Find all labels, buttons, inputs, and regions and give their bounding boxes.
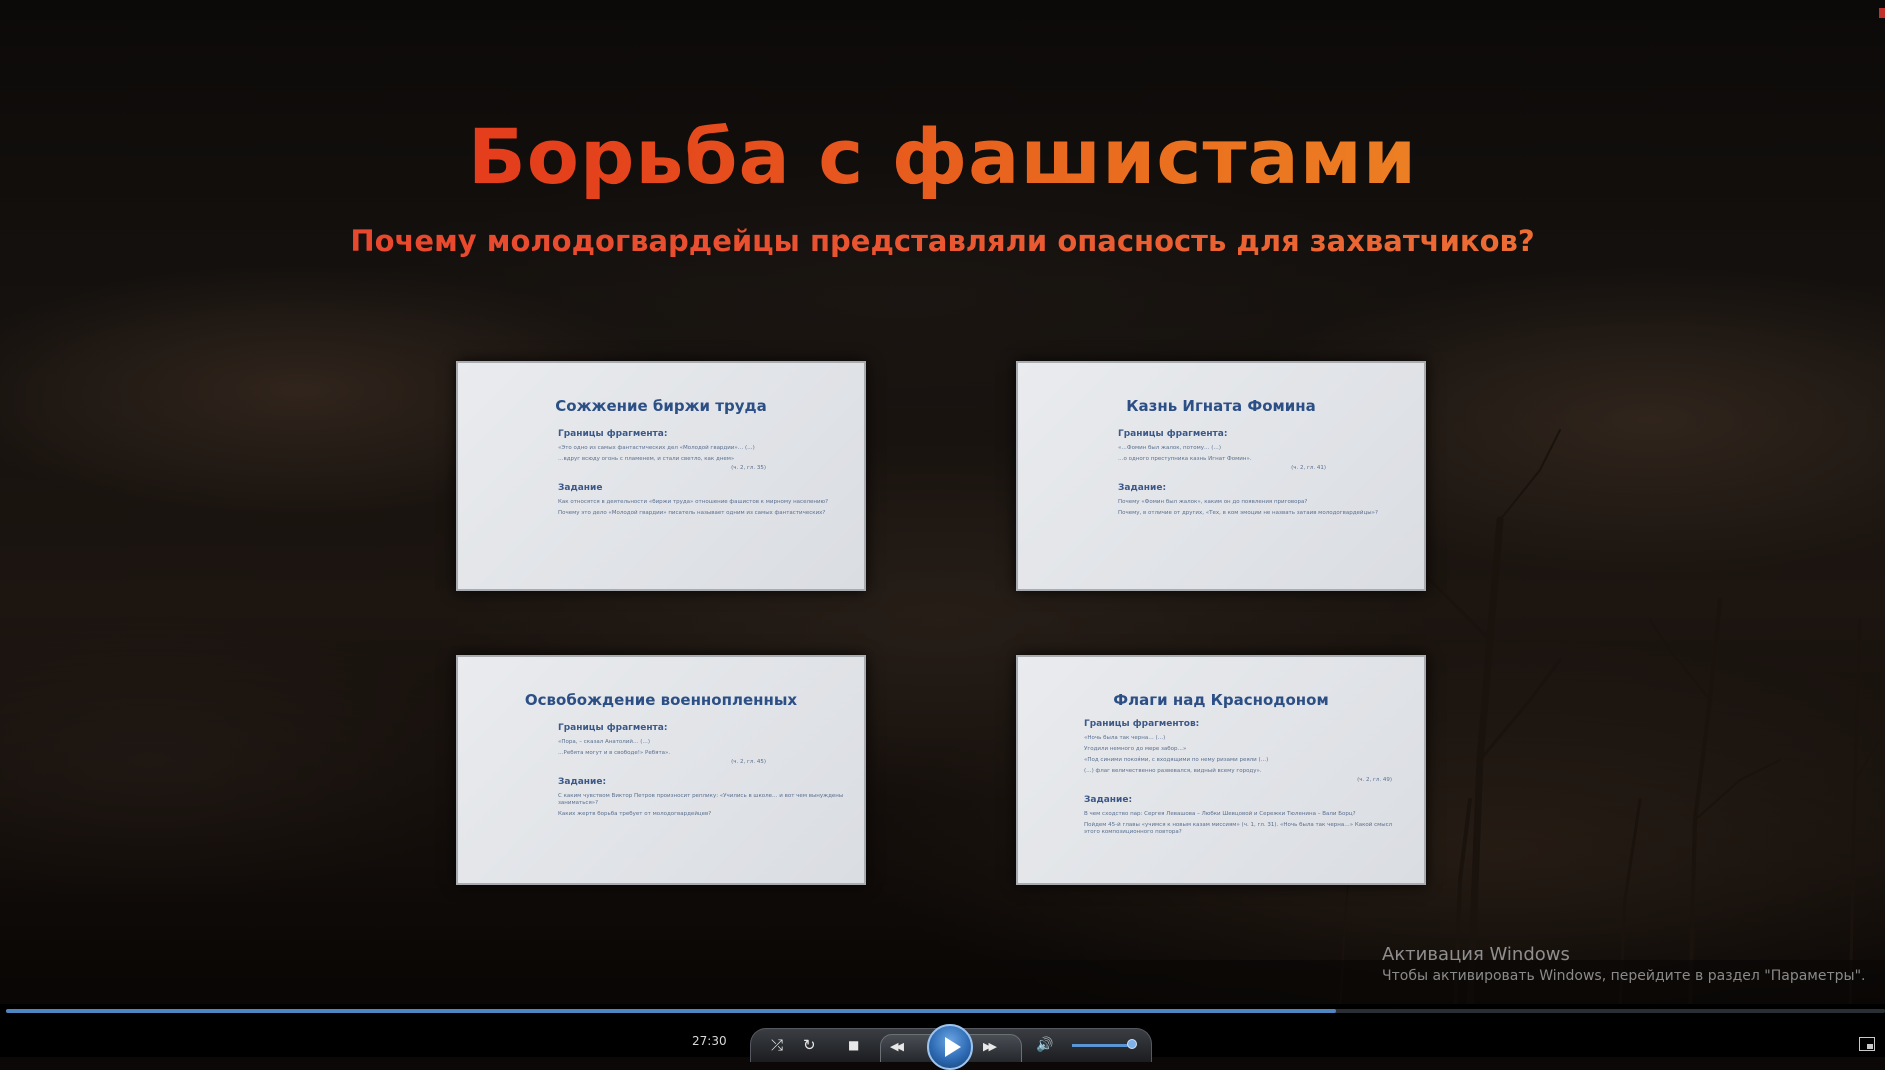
video-frame[interactable]: Борьба с фашистами Почему молодогвардейц… [0, 0, 1885, 1010]
task-text: В чем сходство пар: Сергея Левашова – Лю… [1084, 811, 1356, 817]
bounds-label: Границы фрагмента: [1118, 429, 1228, 439]
volume-level [1072, 1044, 1128, 1047]
bounds-text: …вдруг всюду огонь с пламенем, и стали с… [558, 456, 735, 462]
elapsed-time: 27:30 [692, 1034, 727, 1048]
task-text: Пойдем 45-й главы «учимся к новым казам … [1084, 822, 1393, 835]
bounds-ref: (ч. 2, гл. 45) [731, 759, 766, 765]
bounds-label: Границы фрагмента: [558, 723, 668, 733]
task-label: Задание [558, 483, 603, 493]
mute-button[interactable]: 🔊 [1036, 1036, 1053, 1054]
slide-card-2: Казнь Игната Фомина Границы фрагмента: «… [1016, 361, 1426, 591]
bounds-text: …Ребята могут и в свободе!» Ребята». [558, 750, 671, 756]
play-button[interactable] [927, 1024, 973, 1070]
task-text: Почему «Фомин был жалок», каким он до по… [1118, 499, 1308, 505]
windows-activation-title: Активация Windows [1382, 944, 1570, 965]
previous-button[interactable]: ◀◀ [890, 1038, 904, 1056]
shuffle-button[interactable]: ⤮ [771, 1036, 783, 1054]
slide-card-1: Сожжение биржи труда Границы фрагмента: … [456, 361, 866, 591]
stop-button[interactable]: ■ [848, 1036, 859, 1054]
seek-progress [6, 1009, 1337, 1013]
task-label: Задание: [1118, 483, 1167, 493]
task-text: Почему, в отличие от других, «Тех, в ком… [1118, 510, 1378, 516]
bounds-text: «Под синими покоя́ми, с входящими по нем… [1084, 757, 1269, 763]
volume-knob[interactable] [1127, 1039, 1137, 1049]
slide-card-title: Казнь Игната Фомина [1126, 397, 1316, 415]
bounds-text: Угодили немного до мере забор…» [1084, 746, 1187, 752]
bounds-label: Границы фрагментов: [1084, 719, 1200, 729]
fullscreen-icon[interactable] [1859, 1037, 1875, 1051]
windows-activation-text: Чтобы активировать Windows, перейдите в … [1382, 968, 1866, 984]
bounds-text: «Это одно из самых фантастических дел «М… [558, 445, 755, 451]
slide-title: Борьба с фашистами [0, 112, 1885, 201]
player-controls: 27:30 ⤮ ↻ ■ ◀◀ ▶▶ 🔊 [0, 1004, 1885, 1070]
task-text: Почему это дело «Молодой гвардии» писате… [558, 510, 826, 516]
corner-indicator [1879, 8, 1885, 18]
repeat-button[interactable]: ↻ [803, 1036, 816, 1054]
play-icon [945, 1037, 961, 1057]
slide-card-3: Освобождение военнопленных Границы фрагм… [456, 655, 866, 885]
slide-subtitle: Почему молодогвардейцы представляли опас… [0, 224, 1885, 258]
bounds-ref: (ч. 2, гл. 49) [1357, 777, 1392, 783]
bounds-text: (…) флаг величественно развевался, видны… [1084, 768, 1262, 774]
seek-bar[interactable] [6, 1009, 1885, 1013]
bounds-text: …о одного преступника казнь Игнат Фомин»… [1118, 456, 1252, 462]
bounds-ref: (ч. 2, гл. 41) [1291, 465, 1326, 471]
bounds-ref: (ч. 2, гл. 35) [731, 465, 766, 471]
slide-card-4: Флаги над Краснодоном Границы фрагментов… [1016, 655, 1426, 885]
bounds-text: «…Фомин был жалок, потому… (…) [1118, 445, 1222, 451]
slide-card-title: Сожжение биржи труда [555, 397, 767, 415]
slide-card-title: Флаги над Краснодоном [1113, 691, 1329, 709]
bounds-text: «Ночь была так черна… (…) [1084, 735, 1166, 741]
next-button[interactable]: ▶▶ [983, 1038, 997, 1056]
task-text: Каких жертв борьба требует от молодогвар… [558, 811, 712, 817]
task-text: С каким чувством Виктор Петров произноси… [558, 793, 844, 806]
task-label: Задание: [558, 777, 607, 787]
task-text: Как относятся в деятельности «биржи труд… [558, 499, 829, 505]
task-label: Задание: [1084, 795, 1133, 805]
bounds-text: «Пора, – сказал Анатолий… (…) [558, 739, 650, 745]
bounds-label: Границы фрагмента: [558, 429, 668, 439]
slide-card-title: Освобождение военнопленных [524, 691, 798, 709]
